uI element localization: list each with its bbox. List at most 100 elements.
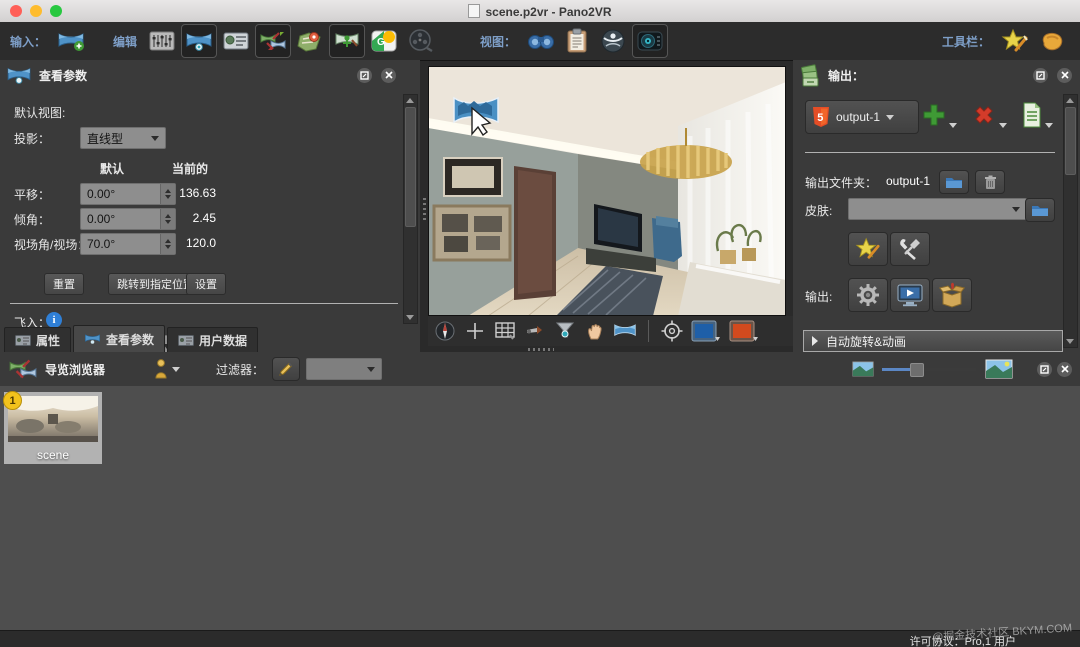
gear-icon (857, 284, 879, 306)
scene-label: scene (36, 448, 70, 462)
package-box-icon (939, 282, 965, 308)
left-panel-scrollbar[interactable] (403, 94, 418, 324)
scene-thumbnail[interactable]: 1 scene (3, 391, 102, 464)
filter-edit-button[interactable] (272, 357, 301, 381)
generate-and-open-button[interactable] (890, 278, 930, 312)
scrollbar-thumb[interactable] (405, 107, 416, 227)
default-view-label: 默认视图: (14, 106, 66, 120)
auto-rotation-section[interactable]: 自动旋转&动画 (803, 330, 1063, 352)
add-panorama-button[interactable] (54, 25, 88, 57)
default-view-swatch-button[interactable] (689, 318, 723, 344)
delete-output-button[interactable] (971, 102, 1007, 128)
eye-icon (637, 31, 663, 51)
viewer-button[interactable] (181, 24, 218, 58)
compass-icon (435, 321, 455, 341)
output-folder-value: output-1 (886, 174, 931, 188)
clear-folder-button[interactable] (975, 170, 1005, 194)
binoculars-icon (528, 35, 555, 49)
find-button[interactable] (524, 25, 558, 57)
skin-select[interactable] (848, 198, 1027, 220)
vertical-splitter[interactable] (423, 198, 426, 220)
panel-title: 导览浏览器 (45, 362, 106, 377)
fov-current-value: 120.0 (185, 236, 216, 250)
divider (648, 320, 649, 342)
person-pin-icon (155, 359, 167, 379)
tour-browser-content[interactable]: 1 scene 大帅老猿 (0, 386, 1080, 630)
skin-editor-button[interactable] (998, 25, 1032, 57)
edit-skin-button[interactable] (848, 232, 888, 266)
add-output-button[interactable] (921, 102, 957, 128)
scroll-up-icon[interactable] (406, 98, 414, 103)
float-panel-icon[interactable] (1037, 361, 1052, 377)
components-button[interactable] (1034, 25, 1068, 57)
slider-handle[interactable] (910, 363, 924, 377)
view-group-label: 视图： (480, 34, 517, 49)
close-panel-icon[interactable] (1057, 67, 1072, 83)
package-output-button[interactable] (932, 278, 972, 312)
browse-folder-button[interactable] (939, 170, 969, 194)
set-button[interactable]: 设置 (186, 273, 226, 295)
output-panel: 输出： 5 output-1 输出文件夹： output-1 皮肤: 输出: 自… (793, 60, 1080, 352)
tour-browser-button[interactable] (255, 24, 292, 58)
id-card-icon (223, 32, 249, 50)
scroll-down-icon[interactable] (1066, 339, 1074, 344)
orange-swatch-icon (729, 320, 758, 342)
pan-tool-button[interactable] (582, 318, 608, 344)
projection-reset-button[interactable] (612, 318, 638, 344)
filter-view-button[interactable] (552, 318, 578, 344)
scrollbar-thumb[interactable] (1065, 107, 1076, 175)
crosshair-button[interactable] (462, 318, 488, 344)
properties-button[interactable] (145, 25, 179, 57)
output-panel-scrollbar[interactable] (1063, 94, 1078, 348)
north-compass-button[interactable] (432, 318, 458, 344)
hotspot-person-button[interactable] (153, 359, 181, 379)
animation-editor-button[interactable] (403, 25, 437, 57)
viewing-parameters-panel: 查看参数 默认视图: 投影： 直线型 默认 当前的 平移： 0.00° 136.… (0, 60, 420, 357)
skin-settings-button[interactable] (890, 232, 930, 266)
panorama-preview[interactable] (427, 65, 787, 317)
set-view-target-button[interactable] (659, 318, 685, 344)
left-panel-tabs: 属性 查看参数 用户数据 (4, 325, 260, 352)
browse-skin-button[interactable] (1025, 198, 1055, 222)
output-icon (801, 64, 819, 87)
output-settings-button[interactable] (848, 278, 888, 312)
scene-number-badge: 1 (3, 391, 22, 410)
output-format-button[interactable]: 5 output-1 (805, 100, 919, 134)
output-folder-label: 输出文件夹： (805, 176, 878, 190)
street-view-button[interactable]: G (367, 25, 401, 57)
tab-properties[interactable]: 属性 (4, 327, 72, 352)
map-button[interactable] (293, 25, 327, 57)
user-data-button[interactable] (219, 25, 253, 57)
filter-select[interactable] (306, 358, 383, 380)
expand-arrow-icon (812, 336, 818, 346)
target-icon (661, 320, 683, 342)
float-panel-icon[interactable] (357, 67, 372, 83)
tab-user-data[interactable]: 用户数据 (167, 327, 259, 352)
crosshair-icon (467, 323, 483, 339)
hotspot-marker-icon (527, 326, 542, 334)
close-panel-icon[interactable] (381, 67, 396, 83)
template-output-button[interactable] (1021, 102, 1053, 128)
grid-button[interactable] (492, 318, 518, 344)
output-panel-header: 输出： (793, 60, 1080, 90)
float-panel-icon[interactable] (1033, 67, 1048, 83)
reset-button[interactable]: 重置 (44, 273, 84, 295)
small-thumbnails-icon (852, 361, 874, 377)
limits-swatch-button[interactable] (727, 318, 761, 344)
hotspot-tool-button[interactable] (522, 318, 548, 344)
hand-tool-icon (1042, 32, 1063, 51)
thumbnail-size-slider[interactable] (882, 362, 977, 377)
hotspot-button[interactable] (329, 24, 366, 58)
projection-select[interactable]: 直线型 (80, 127, 166, 149)
close-panel-icon[interactable] (1057, 361, 1072, 377)
pan-label: 平移： (14, 188, 51, 202)
panorama-viewer-icon (7, 67, 31, 84)
chevron-down-icon (172, 366, 181, 372)
preview-toggle-button[interactable] (632, 24, 669, 58)
scroll-up-icon[interactable] (1066, 98, 1074, 103)
horizontal-splitter[interactable] (528, 348, 554, 351)
panorama-map-button[interactable] (596, 25, 630, 57)
project-notes-button[interactable] (560, 25, 594, 57)
scroll-down-icon[interactable] (406, 315, 414, 320)
tab-viewing-parameters[interactable]: 查看参数 (73, 325, 166, 352)
